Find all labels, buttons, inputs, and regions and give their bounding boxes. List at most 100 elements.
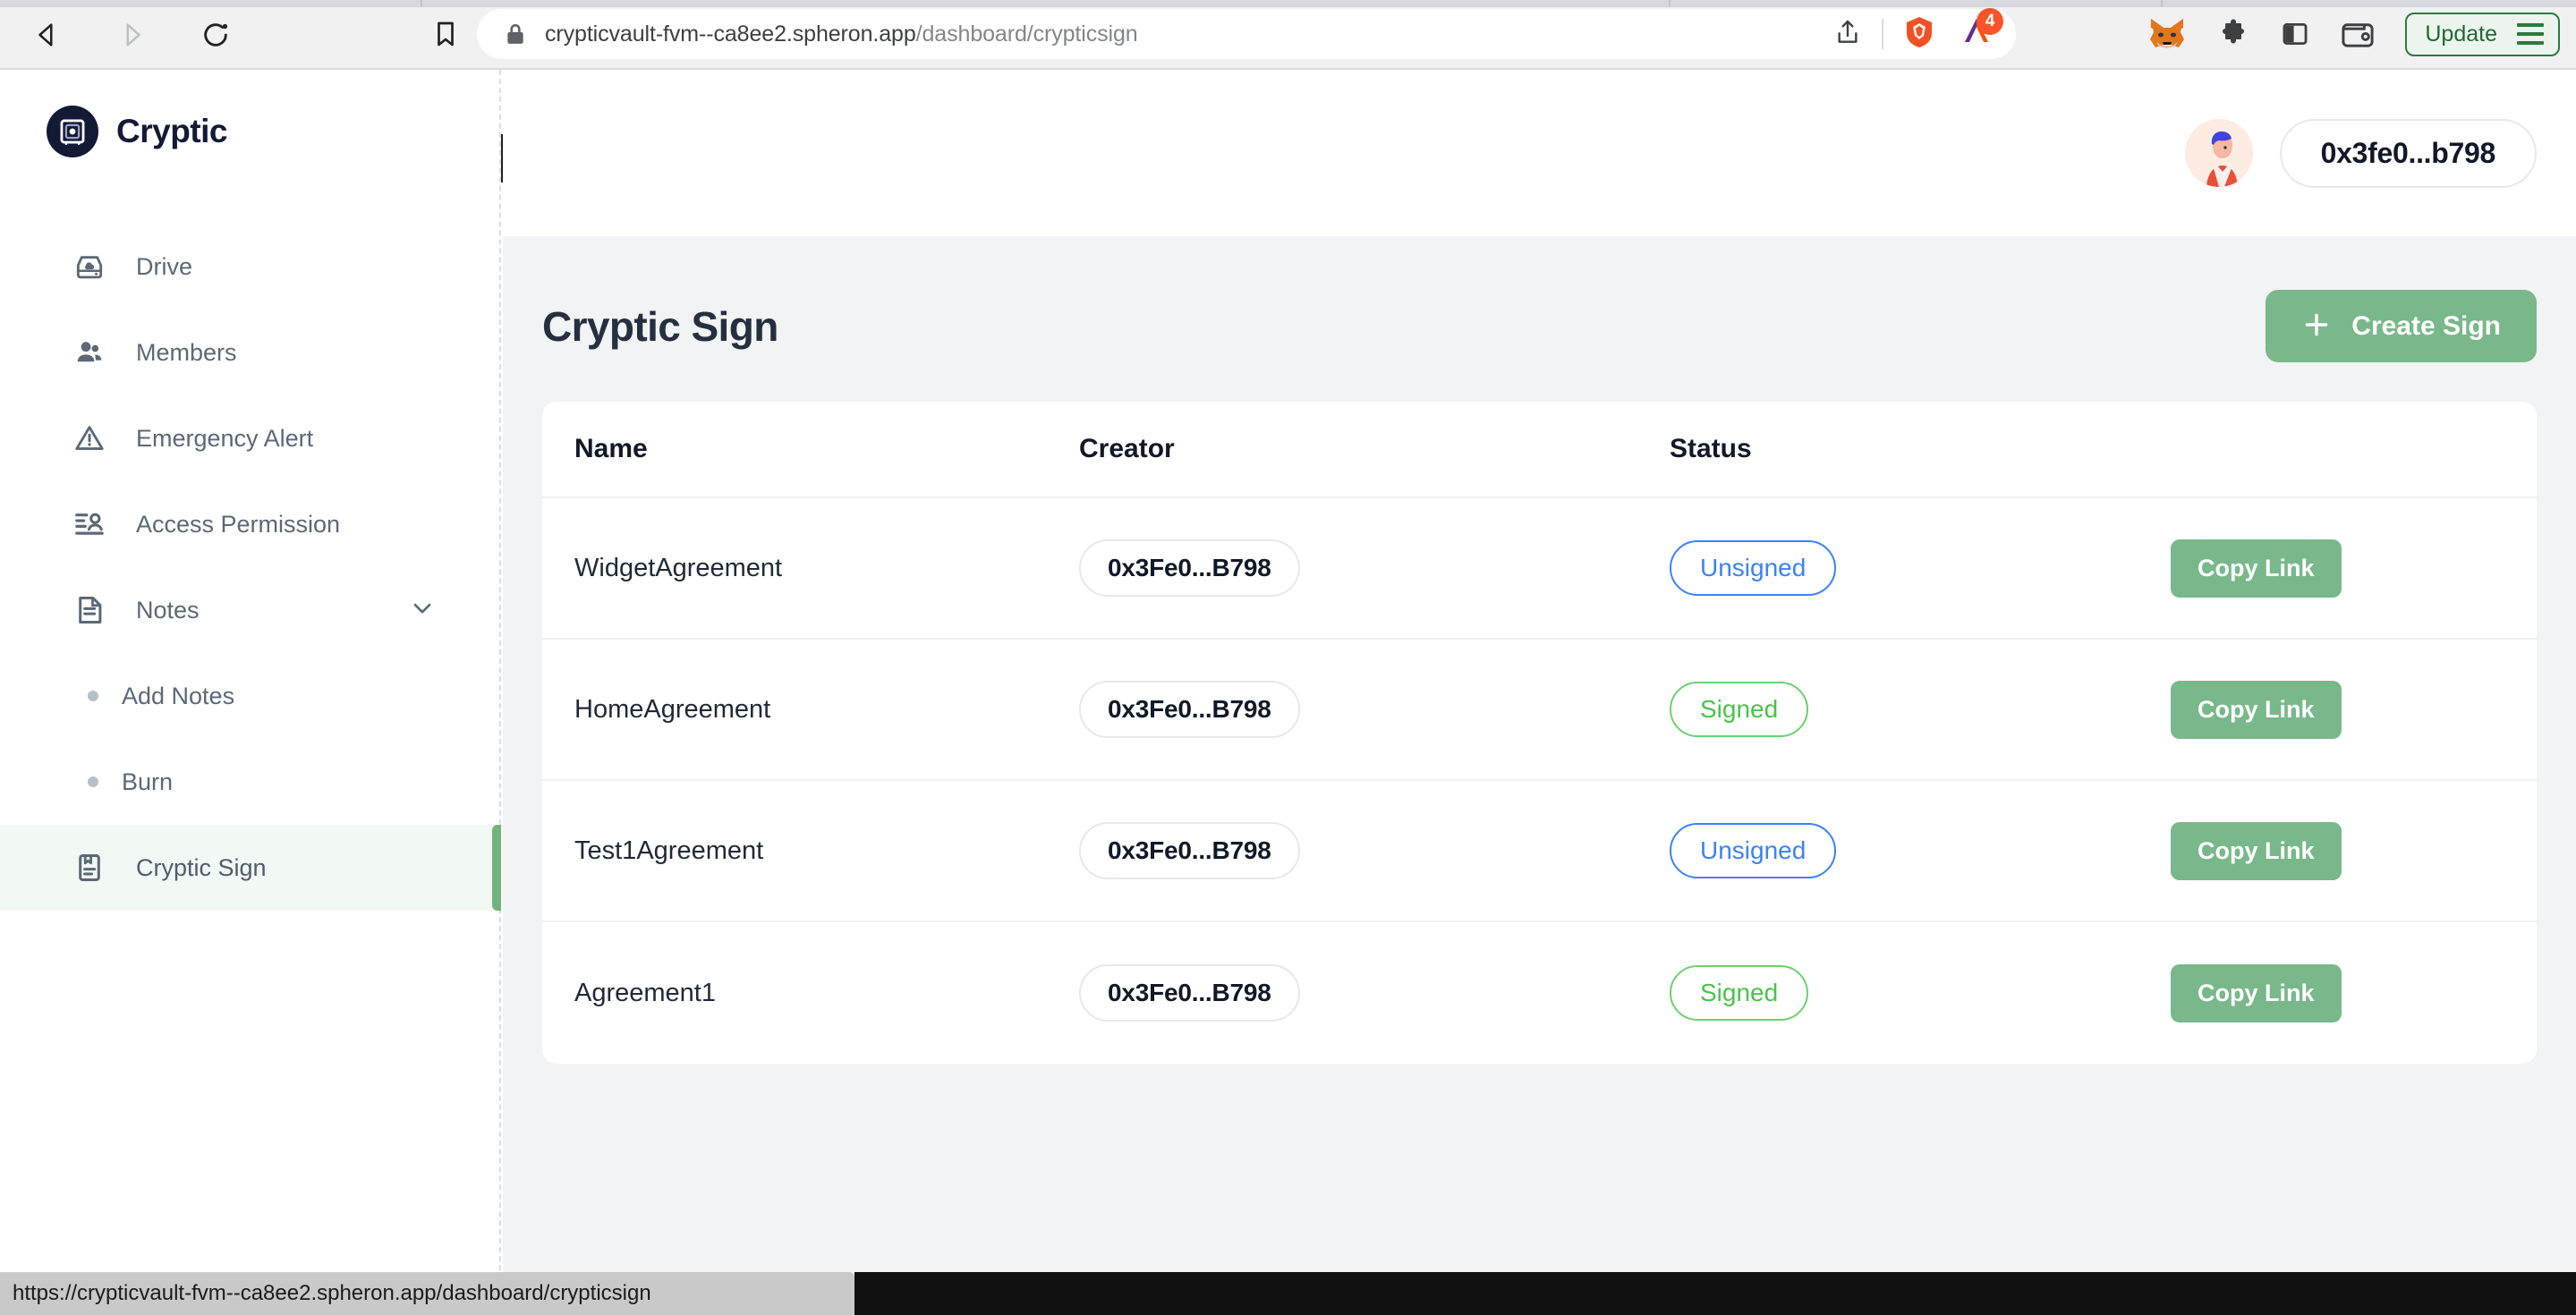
table-body: WidgetAgreement 0x3Fe0...B798 Unsigned Copy… <box>542 498 2537 1064</box>
omnibox-divider <box>1882 19 1883 49</box>
tab-strip-edge <box>0 0 2576 7</box>
wallet-address-chip[interactable]: 0x3fe0...b798 <box>2279 118 2537 188</box>
back-arrow-icon <box>32 20 63 50</box>
browser-toolbar-right: Update <box>2147 9 2560 59</box>
status-badge[interactable]: Unsigned <box>1670 540 1837 596</box>
bat-badge-count: 4 <box>1977 7 2003 35</box>
cell-status: Signed <box>1670 965 2171 1021</box>
bat-rewards-icon[interactable]: 4 <box>1959 7 2003 54</box>
cell-status: Unsigned <box>1670 823 2171 878</box>
sidebar-item-label: Notes <box>136 596 200 624</box>
sidebar-item-access-permission[interactable]: Access Permission <box>0 481 499 567</box>
vault-safe-icon <box>47 106 98 157</box>
metamask-fox-icon[interactable] <box>2147 15 2187 53</box>
create-sign-button[interactable]: Create Sign <box>2266 290 2537 362</box>
forward-arrow-icon <box>116 20 147 50</box>
cell-action: Copy Link <box>2171 539 2537 598</box>
copy-link-button[interactable]: Copy Link <box>2171 539 2342 598</box>
update-button[interactable]: Update <box>2405 12 2560 56</box>
address-bar[interactable]: crypticvault-fvm--ca8ee2.spheron.app/das… <box>477 7 2016 59</box>
hamburger-menu-icon[interactable] <box>2517 23 2544 45</box>
cell-action: Copy Link <box>2171 963 2537 1022</box>
cell-name: Test1Agreement <box>542 836 1079 866</box>
warning-triangle-icon <box>70 421 109 455</box>
sign-name: HomeAgreement <box>574 694 771 724</box>
table-row: Agreement1 0x3Fe0...B798 Signed Copy Link <box>542 922 2537 1064</box>
sidebar-subitem-label: Burn <box>122 768 174 795</box>
table-row: Test1Agreement 0x3Fe0...B798 Unsigned Copy … <box>542 781 2537 922</box>
sidebar-item-members[interactable]: Members <box>0 310 499 395</box>
sidebar-item-label: Access Permission <box>136 510 341 538</box>
update-button-label: Update <box>2425 21 2497 47</box>
access-permission-icon <box>70 507 109 541</box>
url-domain: crypticvault-fvm--ca8ee2.spheron.app <box>545 21 916 47</box>
status-bar-url: https://crypticvault-fvm--ca8ee2.spheron… <box>13 1281 651 1305</box>
side-panel-icon[interactable] <box>2280 19 2310 49</box>
chevron-down-icon[interactable] <box>408 594 437 627</box>
cell-name: HomeAgreement <box>542 695 1079 725</box>
url-path: /dashboard/crypticsign <box>915 21 1138 47</box>
brand-name: Cryptic <box>116 113 227 149</box>
sidebar-item-notes[interactable]: Notes <box>0 567 499 653</box>
cryptic-sign-book-icon <box>70 851 109 885</box>
brave-shield-icon[interactable] <box>1903 15 1935 54</box>
taskbar <box>854 1272 2576 1315</box>
cell-creator: 0x3Fe0...B798 <box>1079 539 1670 597</box>
create-sign-label: Create Sign <box>2351 310 2501 341</box>
creator-address-chip[interactable]: 0x3Fe0...B798 <box>1079 822 1300 879</box>
back-button[interactable] <box>21 9 73 61</box>
wallet-address-text: 0x3fe0...b798 <box>2320 136 2496 169</box>
sidebar-subitem-burn[interactable]: Burn <box>0 739 499 825</box>
page-header: Cryptic Sign Create Sign <box>503 236 2576 362</box>
copy-link-button[interactable]: Copy Link <box>2171 680 2342 739</box>
table-row: WidgetAgreement 0x3Fe0...B798 Unsigned Copy… <box>542 498 2537 640</box>
brand-logo[interactable]: Cryptic <box>0 70 499 157</box>
cell-status: Signed <box>1670 682 2171 737</box>
column-header-creator: Creator <box>1079 434 1175 463</box>
status-badge[interactable]: Signed <box>1670 682 1809 737</box>
drive-icon <box>70 250 109 284</box>
sidebar-item-label: Members <box>136 338 237 366</box>
copy-link-button[interactable]: Copy Link <box>2171 821 2342 880</box>
sidebar-item-cryptic-sign[interactable]: Cryptic Sign <box>0 825 501 911</box>
sidebar-item-emergency-alert[interactable]: Emergency Alert <box>0 395 499 481</box>
bullet-icon <box>88 776 98 787</box>
lock-icon <box>504 21 527 47</box>
forward-button[interactable] <box>106 9 157 61</box>
omnibox-actions: 4 <box>1833 7 2016 59</box>
puzzle-extensions-icon[interactable] <box>2217 18 2249 50</box>
brave-wallet-icon[interactable] <box>2341 19 2375 49</box>
sidebar-item-drive[interactable]: Drive <box>0 224 499 310</box>
notes-document-icon <box>70 593 109 627</box>
active-indicator-bar <box>492 825 501 911</box>
signs-table: Name Creator Status WidgetAgreement 0x3Fe… <box>542 402 2537 1064</box>
top-bar: 0x3fe0...b798 <box>503 70 2576 236</box>
reload-button[interactable] <box>190 9 242 61</box>
table-row: HomeAgreement 0x3Fe0...B798 Signed Copy Lin… <box>542 640 2537 781</box>
content-area: Cryptic Sign Create Sign Name Creator St… <box>503 236 2576 1315</box>
members-people-icon <box>70 335 109 369</box>
status-bar: https://crypticvault-fvm--ca8ee2.spheron… <box>0 1272 854 1315</box>
table-header-row: Name Creator Status <box>542 402 2537 498</box>
page-viewport: Cryptic Drive Members Emergency Alert Ac… <box>0 70 2576 1315</box>
cell-creator: 0x3Fe0...B798 <box>1079 964 1670 1022</box>
creator-address-chip[interactable]: 0x3Fe0...B798 <box>1079 539 1300 597</box>
sidebar-subitem-add-notes[interactable]: Add Notes <box>0 653 499 739</box>
sign-name: WidgetAgreement <box>574 553 783 582</box>
status-badge[interactable]: Unsigned <box>1670 823 1837 878</box>
creator-address-chip[interactable]: 0x3Fe0...B798 <box>1079 681 1300 738</box>
copy-link-button[interactable]: Copy Link <box>2171 963 2342 1022</box>
status-badge[interactable]: Signed <box>1670 965 1809 1021</box>
share-icon[interactable] <box>1833 18 1862 51</box>
cell-action: Copy Link <box>2171 821 2537 880</box>
bullet-icon <box>88 691 98 701</box>
plus-icon <box>2301 310 2332 343</box>
creator-address-chip[interactable]: 0x3Fe0...B798 <box>1079 964 1300 1022</box>
sign-name: Test1Agreement <box>574 836 764 865</box>
bookmark-icon[interactable] <box>429 18 462 55</box>
navigation-buttons <box>21 9 242 61</box>
user-avatar-icon[interactable] <box>2184 119 2253 187</box>
url-text: crypticvault-fvm--ca8ee2.spheron.app/das… <box>545 21 1138 47</box>
sidebar: Cryptic Drive Members Emergency Alert Ac… <box>0 70 501 1315</box>
cell-name: WidgetAgreement <box>542 554 1079 583</box>
